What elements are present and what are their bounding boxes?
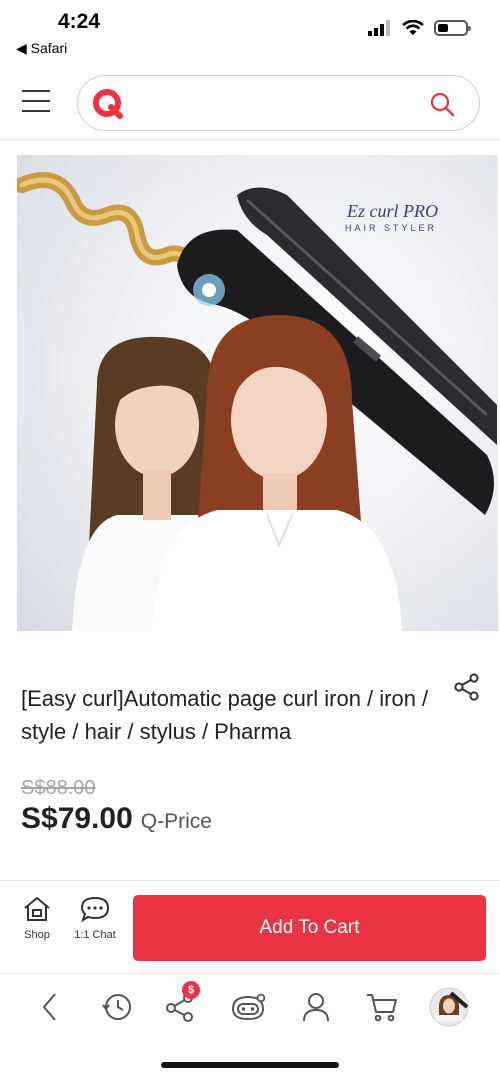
wifi-icon bbox=[402, 20, 424, 35]
status-time: 4:24 bbox=[58, 10, 101, 33]
product-image[interactable]: Ez curl PRO HAIR STYLER bbox=[17, 155, 498, 631]
status-bar: 4:24 ◀ Safari bbox=[0, 0, 500, 62]
q-price-label: Q-Price bbox=[140, 810, 212, 833]
cellular-signal-icon bbox=[368, 20, 390, 36]
share-icon[interactable] bbox=[453, 673, 481, 701]
battery-icon bbox=[434, 20, 471, 36]
nav-cart-button[interactable] bbox=[362, 987, 402, 1027]
back-to-safari-link[interactable]: ◀ Safari bbox=[16, 40, 67, 57]
q-robot-icon bbox=[231, 993, 266, 1021]
price-row: S$79.00 Q-Price bbox=[21, 802, 212, 836]
shop-label: Shop bbox=[24, 929, 50, 941]
share-badge: $ bbox=[182, 981, 200, 999]
app-header bbox=[0, 68, 500, 140]
search-bar[interactable] bbox=[77, 75, 480, 131]
product-title: [Easy curl]Automatic page curl iron / ir… bbox=[21, 686, 429, 744]
original-price: S$88.00 bbox=[21, 777, 96, 799]
nav-history-button[interactable] bbox=[97, 987, 137, 1027]
status-icons bbox=[368, 20, 471, 36]
image-brand-text: Ez curl PRO bbox=[346, 201, 438, 221]
chat-label: 1:1 Chat bbox=[74, 929, 116, 941]
nav-share-button[interactable]: $ bbox=[160, 981, 200, 1027]
nav-qbot-button[interactable] bbox=[228, 987, 268, 1027]
hamburger-menu-icon[interactable] bbox=[22, 88, 50, 114]
search-input[interactable] bbox=[140, 86, 420, 122]
user-icon bbox=[303, 993, 329, 1022]
add-to-cart-button[interactable]: Add To Cart bbox=[133, 895, 486, 961]
chat-bubble-icon bbox=[80, 896, 110, 923]
image-tagline-text: HAIR STYLER bbox=[345, 223, 437, 233]
shop-button[interactable]: Shop bbox=[10, 895, 64, 941]
q-logo-icon[interactable] bbox=[92, 88, 124, 120]
shop-icon bbox=[24, 897, 50, 921]
history-icon bbox=[102, 994, 131, 1020]
search-icon[interactable] bbox=[429, 91, 455, 117]
back-arrow-icon bbox=[42, 993, 56, 1021]
chat-button[interactable]: 1:1 Chat bbox=[68, 895, 122, 941]
purchase-action-bar: Shop 1:1 Chat Add To Cart bbox=[0, 880, 500, 974]
cart-icon bbox=[367, 994, 397, 1022]
product-photo-illustration: Ez curl PRO HAIR STYLER bbox=[17, 172, 497, 631]
sale-price: S$79.00 bbox=[21, 802, 133, 835]
nav-profile-button[interactable] bbox=[429, 987, 469, 1027]
hair-curl-graphic bbox=[17, 172, 210, 288]
home-indicator bbox=[161, 1062, 339, 1068]
nav-account-button[interactable] bbox=[296, 987, 336, 1027]
bottom-navigation: $ bbox=[0, 975, 500, 1039]
profile-avatar-icon bbox=[429, 987, 469, 1027]
nav-back-button[interactable] bbox=[30, 987, 70, 1027]
